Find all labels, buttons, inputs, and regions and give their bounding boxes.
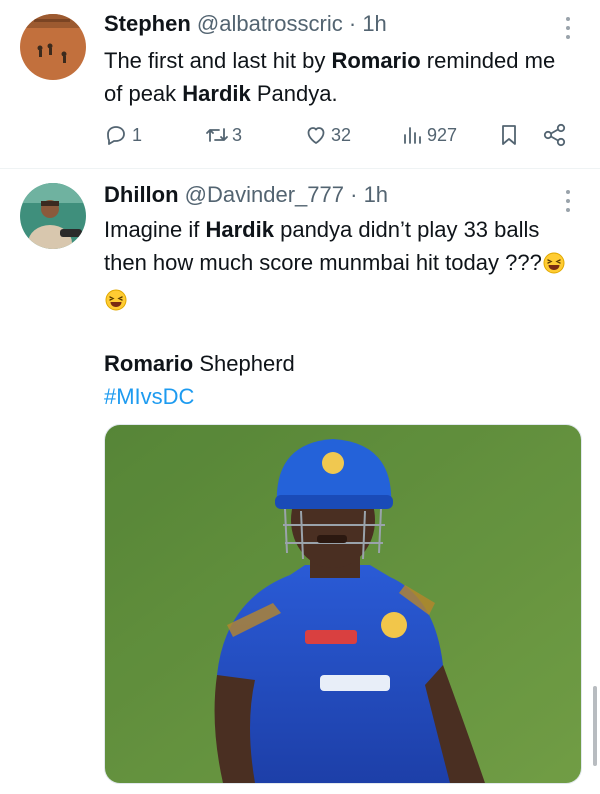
handle[interactable]: @Davinder_777 (185, 182, 344, 207)
views-count: 927 (427, 124, 458, 145)
tweet-text: The first and last hit by Romario remind… (104, 48, 556, 106)
views-button[interactable]: 927 (400, 120, 457, 150)
tweet-header: Dhillon @Davinder_777 · 1h (104, 181, 388, 209)
reply-button[interactable]: 1 (104, 120, 142, 150)
bold-mention: Romario (331, 48, 421, 73)
like-button[interactable]: 32 (304, 120, 351, 150)
views-icon (400, 123, 424, 147)
scrollbar-thumb[interactable] (593, 686, 597, 766)
avatar-dhillon[interactable] (20, 183, 86, 249)
hashtag-line: #MIvsDC (104, 380, 574, 413)
display-name[interactable]: Stephen (104, 11, 191, 36)
tweet-caption: Romario Shepherd (104, 347, 574, 380)
timestamp[interactable]: 1h (362, 11, 386, 36)
share-icon (542, 123, 568, 147)
avatar-stephen[interactable] (20, 14, 86, 80)
caption-rest: Shepherd (193, 351, 295, 376)
handle[interactable]: @albatrosscric (197, 11, 343, 36)
like-count: 32 (331, 124, 352, 145)
tweet-text: Imagine if Hardik pandya didn’t play 33 … (104, 213, 574, 320)
reply-icon (104, 123, 128, 147)
tweet-header: Stephen @albatrosscric · 1h (104, 10, 387, 38)
timestamp[interactable]: 1h (364, 182, 388, 207)
bookmark-button[interactable] (498, 120, 520, 150)
share-button[interactable] (542, 120, 568, 150)
tweet-media-image[interactable] (104, 424, 582, 784)
heart-icon (304, 123, 328, 147)
retweet-button[interactable]: 3 (204, 120, 242, 150)
retweet-count: 3 (232, 124, 243, 145)
hashtag-link[interactable]: #MIvsDC (104, 384, 194, 409)
bold-mention: Hardik (182, 81, 251, 106)
more-icon[interactable] (558, 187, 578, 215)
laughing-emoji-icon (543, 250, 565, 283)
retweet-icon (204, 123, 230, 147)
separator: · (342, 11, 363, 36)
caption-bold: Romario (104, 351, 194, 376)
display-name[interactable]: Dhillon (104, 182, 179, 207)
bookmark-icon (498, 123, 520, 147)
tweet-stephen[interactable]: Stephen @albatrosscric · 1h The first an… (0, 0, 600, 168)
action-bar: 1 3 32 927 (104, 120, 574, 150)
bold-mention: Hardik (205, 217, 274, 242)
more-icon[interactable] (558, 14, 578, 42)
laughing-emoji-icon (105, 287, 127, 320)
separator: · (344, 182, 364, 207)
reply-count: 1 (132, 124, 143, 145)
